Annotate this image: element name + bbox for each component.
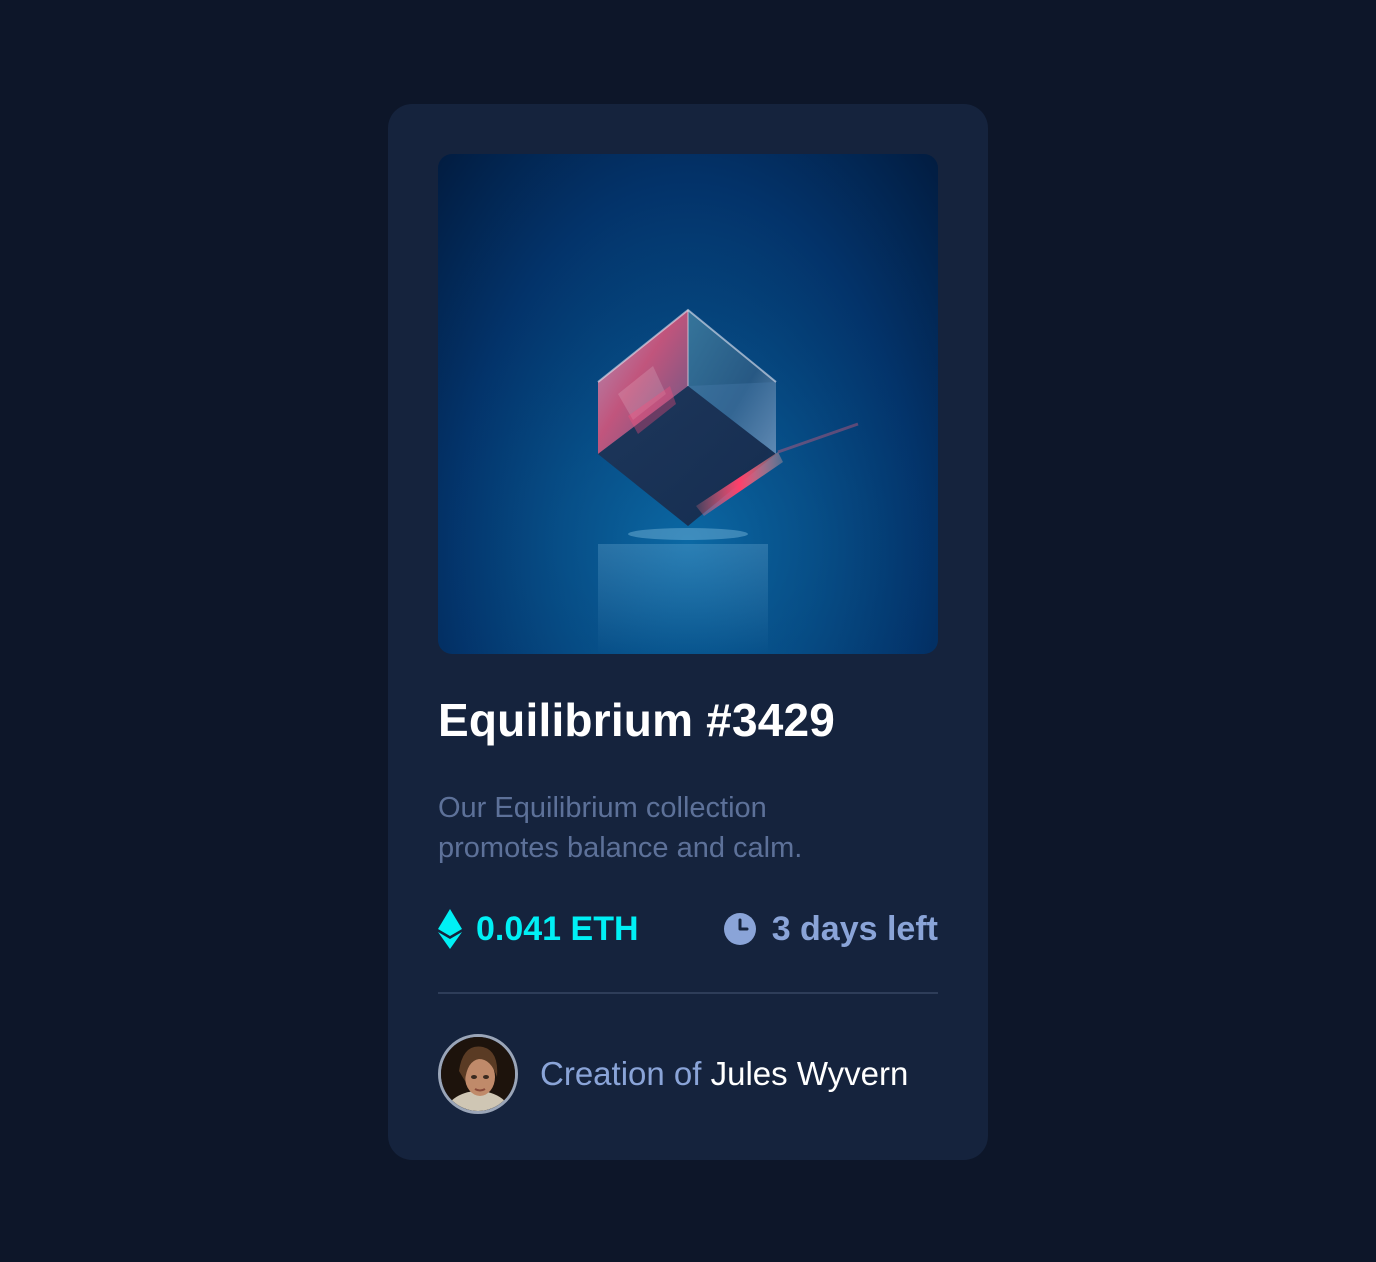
creator-prefix: Creation of — [540, 1055, 702, 1092]
price-value: 0.041 ETH — [476, 909, 639, 948]
nft-image[interactable] — [438, 154, 938, 654]
equilibrium-cube-image — [438, 154, 938, 654]
nft-stats: 0.041 ETH 3 days left — [438, 908, 938, 950]
creator-name-link[interactable]: Jules Wyvern — [711, 1055, 909, 1092]
clock-icon — [723, 913, 756, 945]
time-left-display: 3 days left — [723, 909, 938, 949]
creator-row: Creation of Jules Wyvern — [438, 1034, 938, 1114]
nft-description: Our Equilibrium collection promotes bala… — [438, 792, 803, 864]
creator-avatar-image — [441, 1037, 515, 1111]
nft-card: Equilibrium #3429 Our Equilibrium collec… — [388, 104, 988, 1160]
creator-credit: Creation of Jules Wyvern — [540, 1055, 908, 1093]
time-left-value: 3 days left — [771, 909, 938, 948]
ethereum-icon — [438, 909, 462, 949]
avatar — [438, 1034, 518, 1114]
nft-title[interactable]: Equilibrium #3429 — [438, 692, 938, 748]
divider — [438, 992, 938, 994]
price-display: 0.041 ETH — [438, 909, 639, 949]
